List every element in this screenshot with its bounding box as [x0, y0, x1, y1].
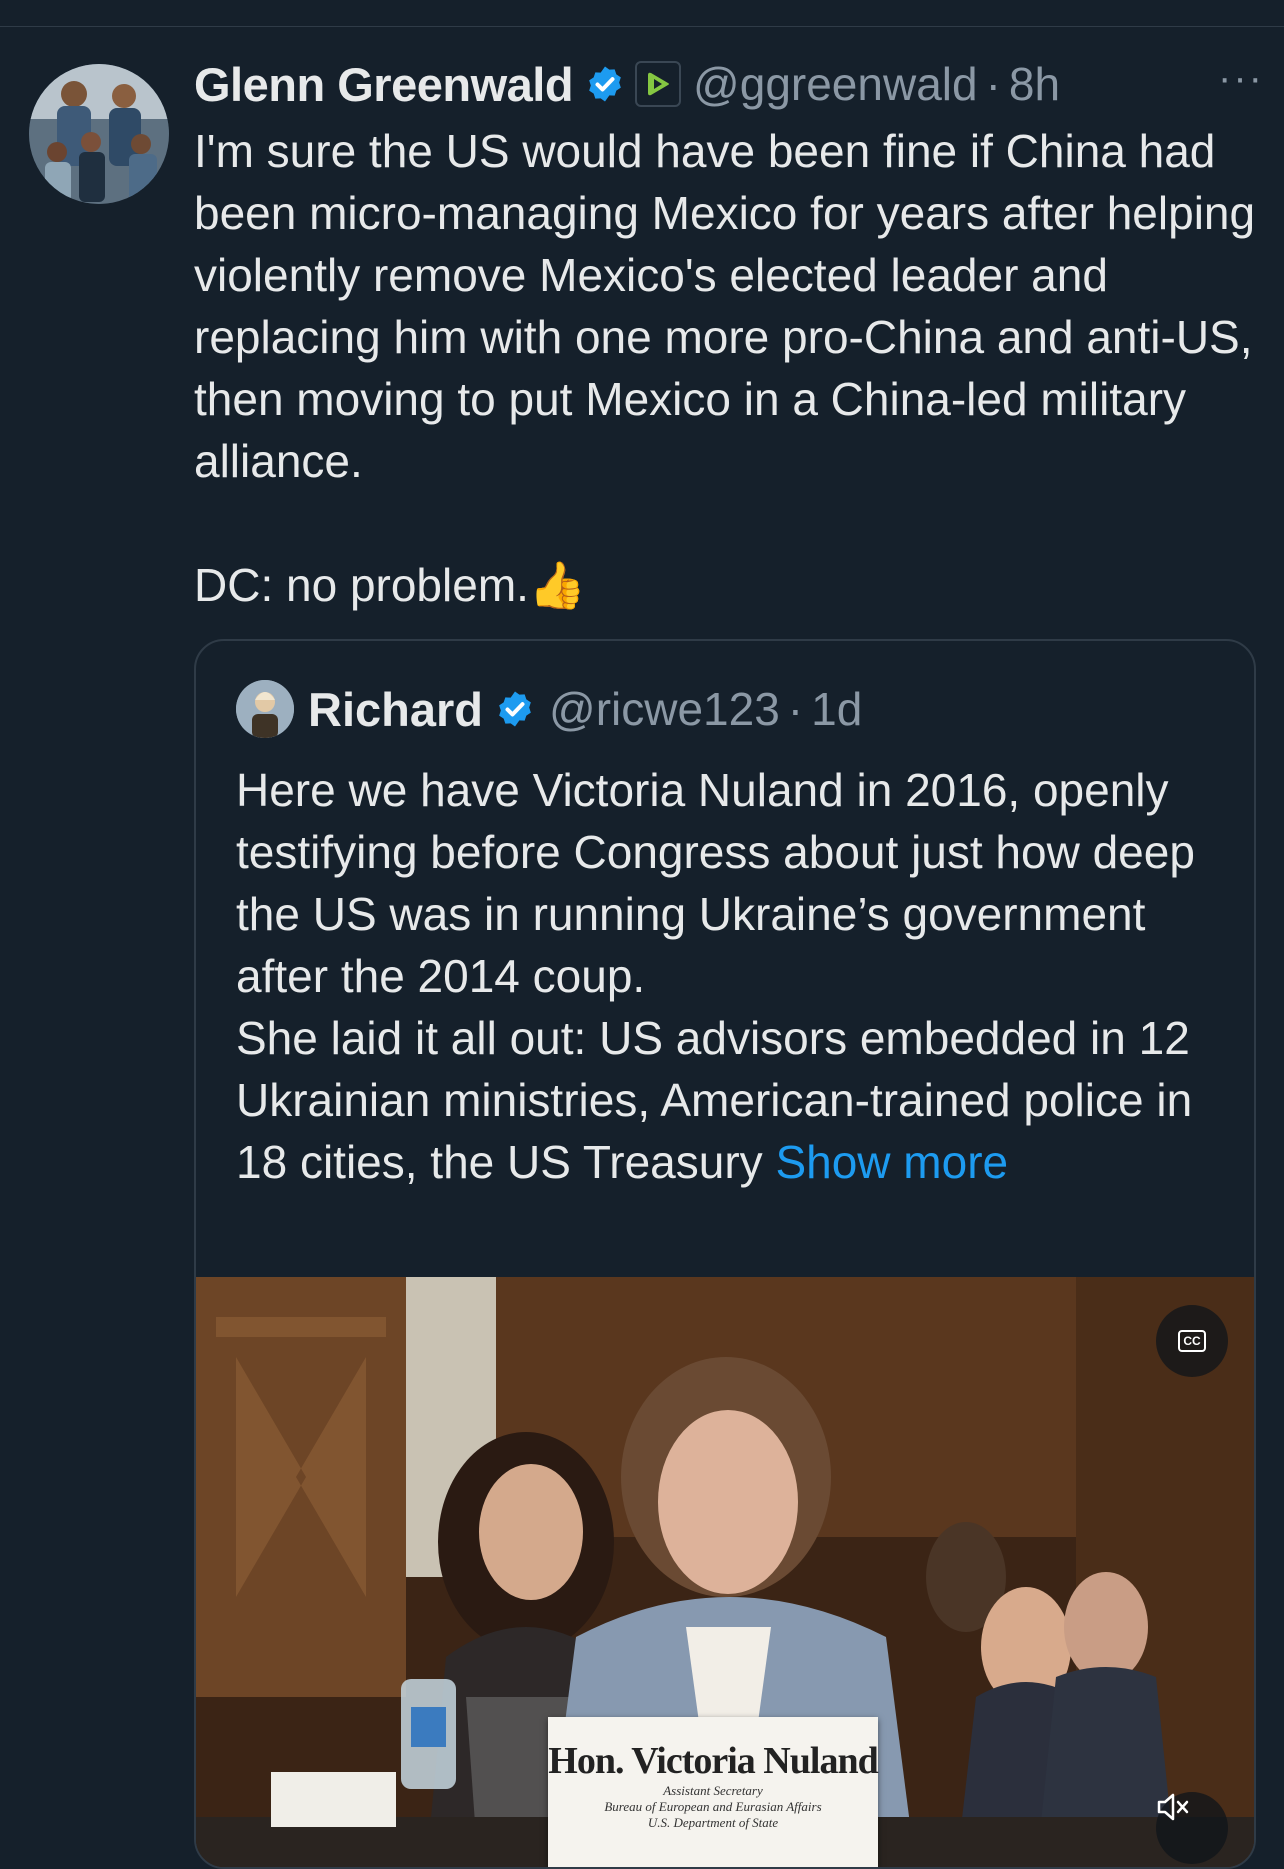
- quoted-tweet-time: 1d: [811, 683, 863, 735]
- mute-button[interactable]: [1156, 1792, 1228, 1864]
- quoted-author-handle: @ricwe123: [549, 683, 780, 735]
- quoted-author-avatar: [236, 680, 294, 738]
- speaker-muted-icon: [1157, 1793, 1189, 1821]
- nameplate-bureau: Bureau of European and Eurasian Affairs: [604, 1799, 822, 1814]
- author-name[interactable]: Glenn Greenwald: [194, 57, 574, 112]
- author-avatar[interactable]: [29, 64, 169, 204]
- separator-dot: ·: [787, 683, 804, 735]
- quoted-paragraph: She laid it all out: US advisors embedde…: [236, 1007, 1236, 1193]
- quoted-tweet-header: Richard @ricwe123 · 1d: [236, 679, 862, 739]
- quoted-author-name: Richard: [308, 682, 483, 736]
- tweet-time[interactable]: 8h: [1009, 57, 1060, 111]
- quoted-tweet-card[interactable]: Richard @ricwe123 · 1d Here we have Vict…: [194, 639, 1256, 1869]
- nameplate-department: U.S. Department of State: [647, 1815, 779, 1830]
- tweet-paragraph: I'm sure the US would have been fine if …: [194, 125, 1256, 487]
- avatar-photo: [29, 64, 169, 204]
- author-handle[interactable]: @ggreenwald: [693, 57, 978, 111]
- more-options-icon[interactable]: ···: [1218, 56, 1264, 101]
- tweet-header: Glenn Greenwald @ggreenwald · 8h: [194, 54, 1060, 114]
- verified-badge-icon[interactable]: [585, 64, 625, 104]
- captions-button[interactable]: CC: [1156, 1305, 1228, 1377]
- verified-badge-icon: [495, 689, 535, 729]
- separator-dot: ·: [985, 58, 1001, 110]
- rumble-badge-icon[interactable]: [635, 61, 682, 107]
- show-more-link[interactable]: Show more: [775, 1136, 1008, 1188]
- captions-icon: CC: [1178, 1330, 1206, 1352]
- nameplate-name: Hon. Victoria Nuland: [548, 1740, 878, 1782]
- top-divider: [0, 26, 1284, 27]
- nameplate-title: Assistant Secretary: [663, 1783, 763, 1798]
- tweet-paragraph: DC: no problem.👍: [194, 559, 587, 611]
- quoted-paragraph-text: She laid it all out: US advisors embedde…: [236, 1012, 1193, 1188]
- video-player[interactable]: Hon. Victoria Nuland Assistant Secretary…: [196, 1277, 1254, 1867]
- tweet-text: I'm sure the US would have been fine if …: [194, 120, 1264, 616]
- nameplate: Hon. Victoria Nuland Assistant Secretary…: [548, 1717, 879, 1867]
- quoted-tweet-text: Here we have Victoria Nuland in 2016, op…: [236, 759, 1236, 1193]
- quoted-paragraph: Here we have Victoria Nuland in 2016, op…: [236, 764, 1195, 1002]
